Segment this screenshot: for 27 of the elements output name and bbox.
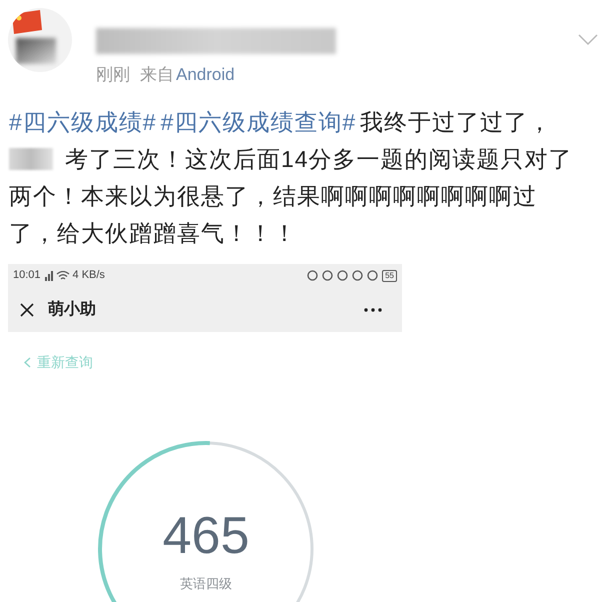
status-icon (367, 270, 378, 281)
score-value: 465 (162, 510, 250, 562)
battery-indicator: 55 (382, 270, 397, 282)
network-speed: 4 KB/s (72, 268, 105, 284)
signal-icon (44, 270, 53, 280)
more-icon[interactable] (364, 308, 382, 312)
chevron-left-icon (24, 356, 31, 368)
post-text: 两个！本来以为很悬了，结果啊啊啊啊啊啊啊啊过 (9, 182, 537, 210)
score-label: 英语四级 (180, 574, 232, 593)
source-label: 来自 (140, 64, 174, 86)
post-time: 刚刚 (96, 64, 130, 86)
flag-icon (10, 10, 44, 36)
wifi-icon (56, 270, 70, 280)
close-icon[interactable] (20, 302, 34, 316)
status-icon (337, 270, 348, 281)
post-text: 我终于过了过了， (360, 108, 552, 136)
blurred-text (9, 148, 53, 170)
status-icon (352, 270, 364, 281)
post-text: 考了三次！这次后面14分多一题的阅读题只对了 (65, 144, 573, 174)
app-title: 萌小助 (48, 300, 96, 320)
source-link[interactable]: Android (176, 62, 235, 88)
status-icon (307, 270, 318, 281)
hashtag-link[interactable]: #四六级成绩# (9, 104, 157, 140)
hashtag-link[interactable]: #四六级成绩查询# (160, 104, 356, 140)
post-text: 了，给大伙蹭蹭喜气！！！ (9, 218, 297, 248)
status-icon (322, 270, 334, 281)
status-time: 10:01 (13, 268, 41, 284)
